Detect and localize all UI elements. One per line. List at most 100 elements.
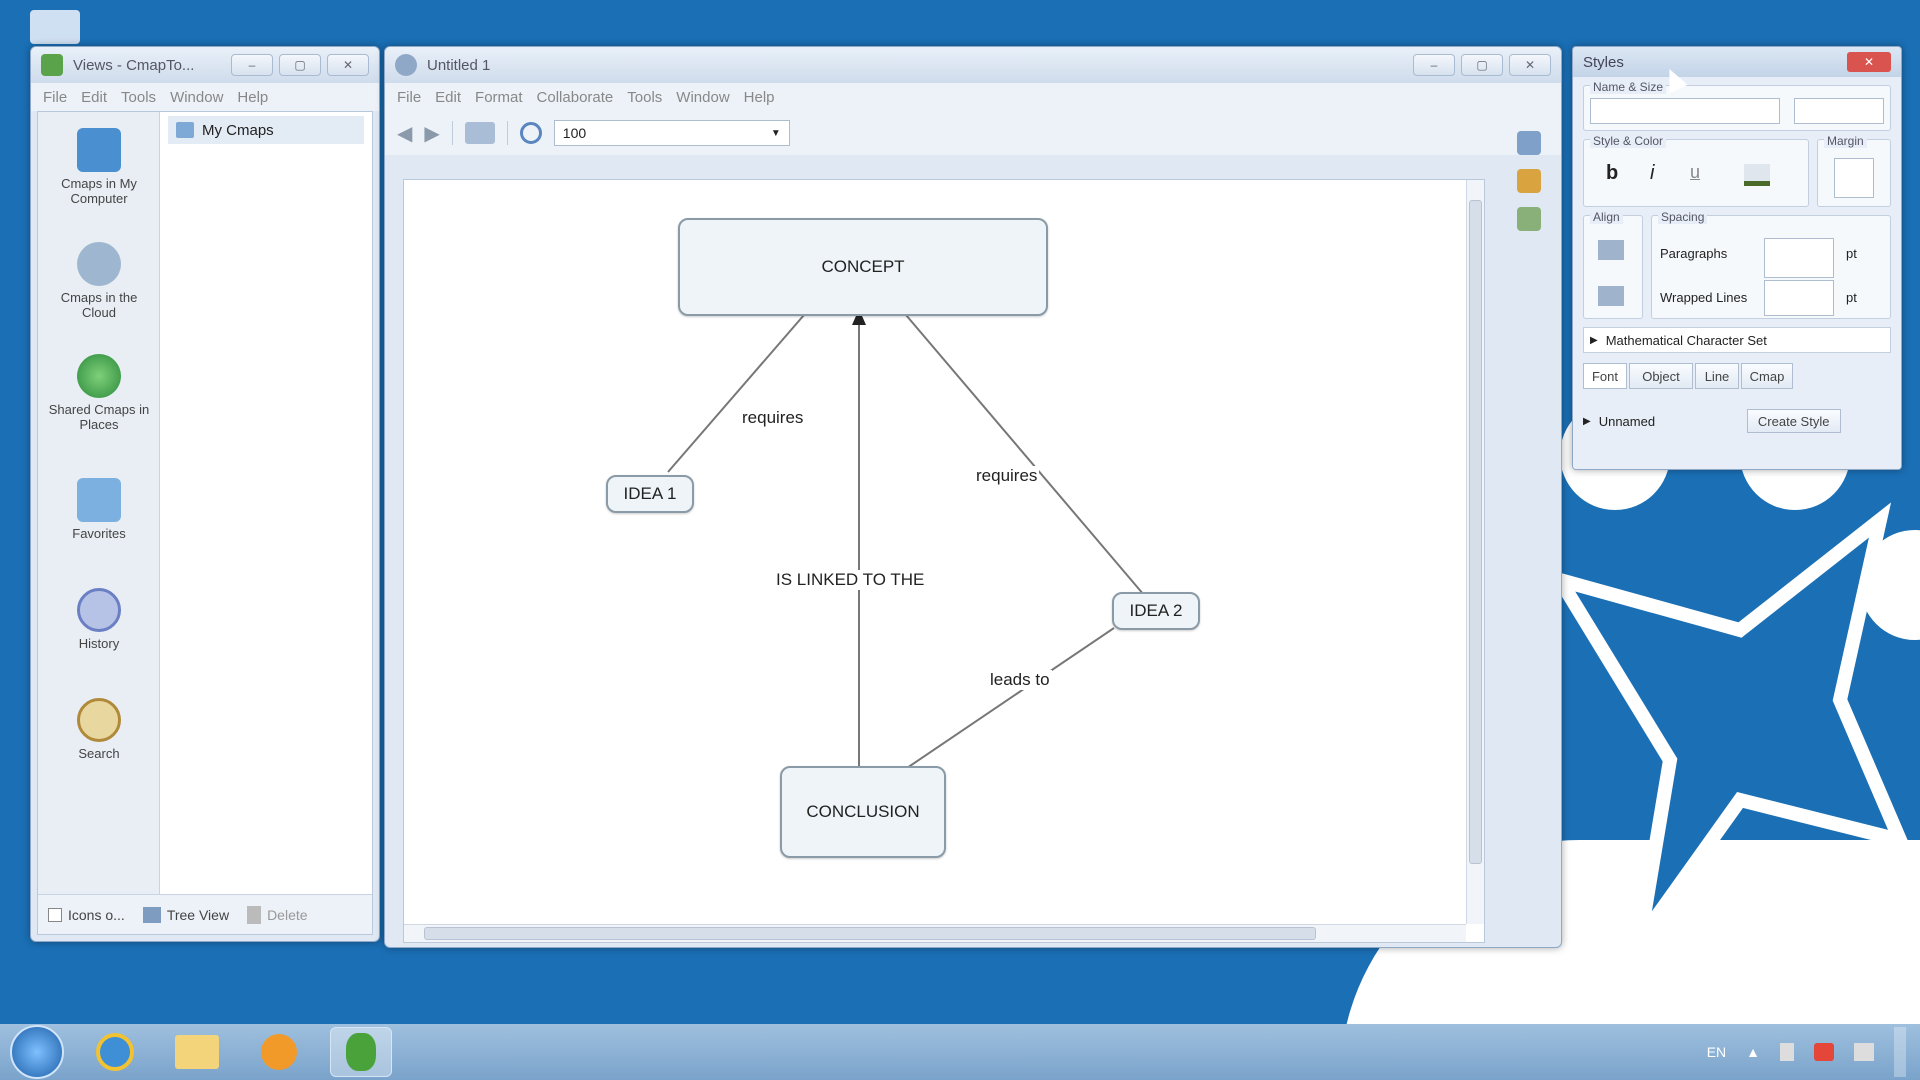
desktop-star-logo <box>1544 502 1912 945</box>
vertical-scrollbar[interactable] <box>1466 180 1484 924</box>
create-style-button[interactable]: Create Style <box>1746 409 1841 433</box>
name-size-group: Name & Size <box>1583 80 1891 131</box>
styles-titlebar[interactable]: Styles ✕ <box>1573 47 1901 77</box>
maximize-button[interactable]: ▢ <box>279 54 321 76</box>
folder-icon <box>175 1035 219 1069</box>
close-button[interactable]: ✕ <box>1509 54 1551 76</box>
menu-file[interactable]: File <box>43 89 67 106</box>
nav-search[interactable]: Search <box>38 698 160 761</box>
conclusion-node[interactable]: CONCLUSION <box>780 766 946 858</box>
taskbar-internet-explorer[interactable] <box>84 1027 146 1077</box>
group-title: Name & Size <box>1590 80 1667 94</box>
nav-favorites[interactable]: Favorites <box>38 478 160 541</box>
checkbox[interactable] <box>48 907 62 922</box>
delete-button[interactable]: Delete <box>247 905 308 924</box>
nav-history[interactable]: History <box>38 588 160 651</box>
line-unit: pt <box>1846 290 1857 305</box>
italic-button[interactable]: i <box>1650 162 1654 185</box>
styles-tabs: Font Object Line Cmap <box>1583 363 1793 389</box>
flag-icon[interactable] <box>1780 1043 1794 1061</box>
views-body: Cmaps in My Computer Cmaps in the Cloud … <box>37 111 373 935</box>
network-icon[interactable] <box>1814 1043 1834 1061</box>
tree-icon <box>142 906 161 923</box>
link-label-leads-to[interactable]: leads to <box>988 670 1052 690</box>
close-button[interactable]: ✕ <box>1847 52 1891 72</box>
maximize-button[interactable]: ▢ <box>1461 54 1503 76</box>
taskbar-file-explorer[interactable] <box>166 1027 228 1077</box>
tree-view-button[interactable]: Tree View <box>142 906 229 923</box>
tab-cmap[interactable]: Cmap <box>1741 363 1793 389</box>
tab-line[interactable]: Line <box>1695 363 1739 389</box>
paragraph-spacing-field[interactable] <box>1764 238 1834 278</box>
link-label-requires[interactable]: requires <box>974 466 1040 486</box>
system-tray: EN ▲ <box>1707 1024 1906 1080</box>
nav-cmaps-cloud[interactable]: Cmaps in the Cloud <box>38 242 160 320</box>
cmap-canvas[interactable]: requires requires IS LINKED TO THE leads… <box>403 179 1485 943</box>
minimize-button[interactable]: – <box>1413 54 1455 76</box>
bold-button[interactable]: b <box>1606 162 1618 185</box>
menu-collaborate[interactable]: Collaborate <box>537 89 614 106</box>
idea-1-node[interactable]: IDEA 1 <box>606 475 694 513</box>
align-horizontal-icon[interactable] <box>1598 286 1624 306</box>
editor-toolbar: ◀ ▶ 100 ▼ <box>385 111 1561 155</box>
show-hidden-icons[interactable]: ▲ <box>1746 1044 1760 1060</box>
forward-icon[interactable]: ▶ <box>424 121 439 146</box>
link-label-requires[interactable]: requires <box>740 408 806 428</box>
link-label-is-linked-to-the[interactable]: IS LINKED TO THE <box>774 570 927 590</box>
tab-font[interactable]: Font <box>1583 363 1627 389</box>
horizontal-scrollbar[interactable] <box>404 924 1466 942</box>
views-titlebar[interactable]: Views - CmapTo... – ▢ ✕ <box>31 47 379 83</box>
align-vertical-icon[interactable] <box>1598 240 1624 260</box>
reshape-icon[interactable] <box>1517 131 1541 155</box>
menu-format[interactable]: Format <box>475 89 523 106</box>
underline-button[interactable]: u <box>1690 162 1700 183</box>
tab-object[interactable]: Object <box>1629 363 1693 389</box>
line-spacing-field[interactable] <box>1764 280 1834 316</box>
back-icon[interactable]: ◀ <box>397 121 412 146</box>
layout-icon[interactable] <box>464 122 495 144</box>
menu-help[interactable]: Help <box>237 89 268 106</box>
menu-window[interactable]: Window <box>170 89 223 106</box>
views-nav: Cmaps in My Computer Cmaps in the Cloud … <box>38 112 160 894</box>
margin-field[interactable] <box>1834 158 1874 198</box>
start-button[interactable] <box>10 1025 64 1079</box>
idea-2-node[interactable]: IDEA 2 <box>1112 592 1200 630</box>
list-item-my-cmaps[interactable]: My Cmaps <box>168 116 364 144</box>
scroll-thumb[interactable] <box>1469 200 1482 864</box>
scroll-thumb[interactable] <box>424 927 1316 940</box>
menu-help[interactable]: Help <box>744 89 775 106</box>
menu-edit[interactable]: Edit <box>435 89 461 106</box>
properties-icon[interactable] <box>1517 207 1541 231</box>
history-icon <box>77 588 121 632</box>
icons-only-toggle[interactable]: Icons o... <box>48 907 125 923</box>
folder-icon <box>176 122 194 138</box>
font-size-select[interactable] <box>1794 98 1884 124</box>
show-desktop-button[interactable] <box>1894 1027 1906 1077</box>
taskbar-media-player[interactable] <box>248 1027 310 1077</box>
menu-tools[interactable]: Tools <box>121 89 156 106</box>
editor-titlebar[interactable]: Untitled 1 – ▢ ✕ <box>385 47 1561 83</box>
styles-icon[interactable] <box>1517 169 1541 193</box>
nav-shared-cmaps[interactable]: Shared Cmaps in Places <box>38 354 160 432</box>
minimize-button[interactable]: – <box>231 54 273 76</box>
margin-group: Margin <box>1817 134 1891 207</box>
recycle-bin-icon[interactable] <box>30 10 80 44</box>
font-name-select[interactable] <box>1590 98 1780 124</box>
volume-icon[interactable] <box>1854 1043 1874 1061</box>
menu-file[interactable]: File <box>397 89 421 106</box>
taskbar-cmaptools[interactable] <box>330 1027 392 1077</box>
concept-node[interactable]: CONCEPT <box>678 218 1048 316</box>
menu-window[interactable]: Window <box>676 89 729 106</box>
menu-tools[interactable]: Tools <box>627 89 662 106</box>
zoom-select[interactable]: 100 ▼ <box>553 120 790 146</box>
font-color-icon[interactable] <box>1744 164 1770 186</box>
close-button[interactable]: ✕ <box>327 54 369 76</box>
math-charset-row[interactable]: ▶ Mathematical Character Set <box>1583 327 1891 353</box>
zoom-icon[interactable] <box>519 122 542 144</box>
expand-arrow-icon[interactable]: ▶ <box>1583 416 1591 427</box>
menu-edit[interactable]: Edit <box>81 89 107 106</box>
language-indicator[interactable]: EN <box>1707 1044 1726 1060</box>
nav-cmaps-computer[interactable]: Cmaps in My Computer <box>38 128 160 206</box>
wrapped-lines-label: Wrapped Lines <box>1660 290 1748 305</box>
style-footer: ▶ Unnamed Create Style <box>1583 407 1891 435</box>
